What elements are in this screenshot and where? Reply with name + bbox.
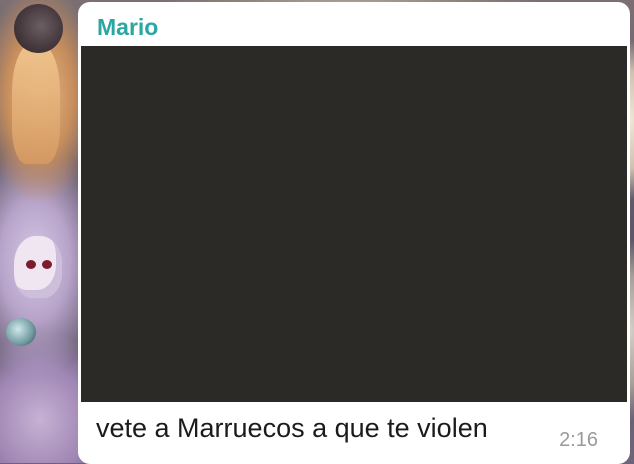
wallpaper-skull-art xyxy=(14,236,62,298)
sender-avatar[interactable] xyxy=(14,4,63,53)
message-image[interactable] xyxy=(81,46,627,402)
wallpaper-hand-art xyxy=(12,44,60,164)
skull-eye-right xyxy=(42,260,52,269)
message-text: vete a Marruecos a que te violen xyxy=(96,413,488,443)
wallpaper-gem-art xyxy=(6,318,36,346)
message-bubble[interactable]: Mario vete a Marruecos a que te violen 2… xyxy=(78,2,630,464)
message-timestamp: 2:16 xyxy=(559,429,598,451)
sender-name[interactable]: Mario xyxy=(97,14,158,40)
skull-eye-left xyxy=(26,260,36,269)
